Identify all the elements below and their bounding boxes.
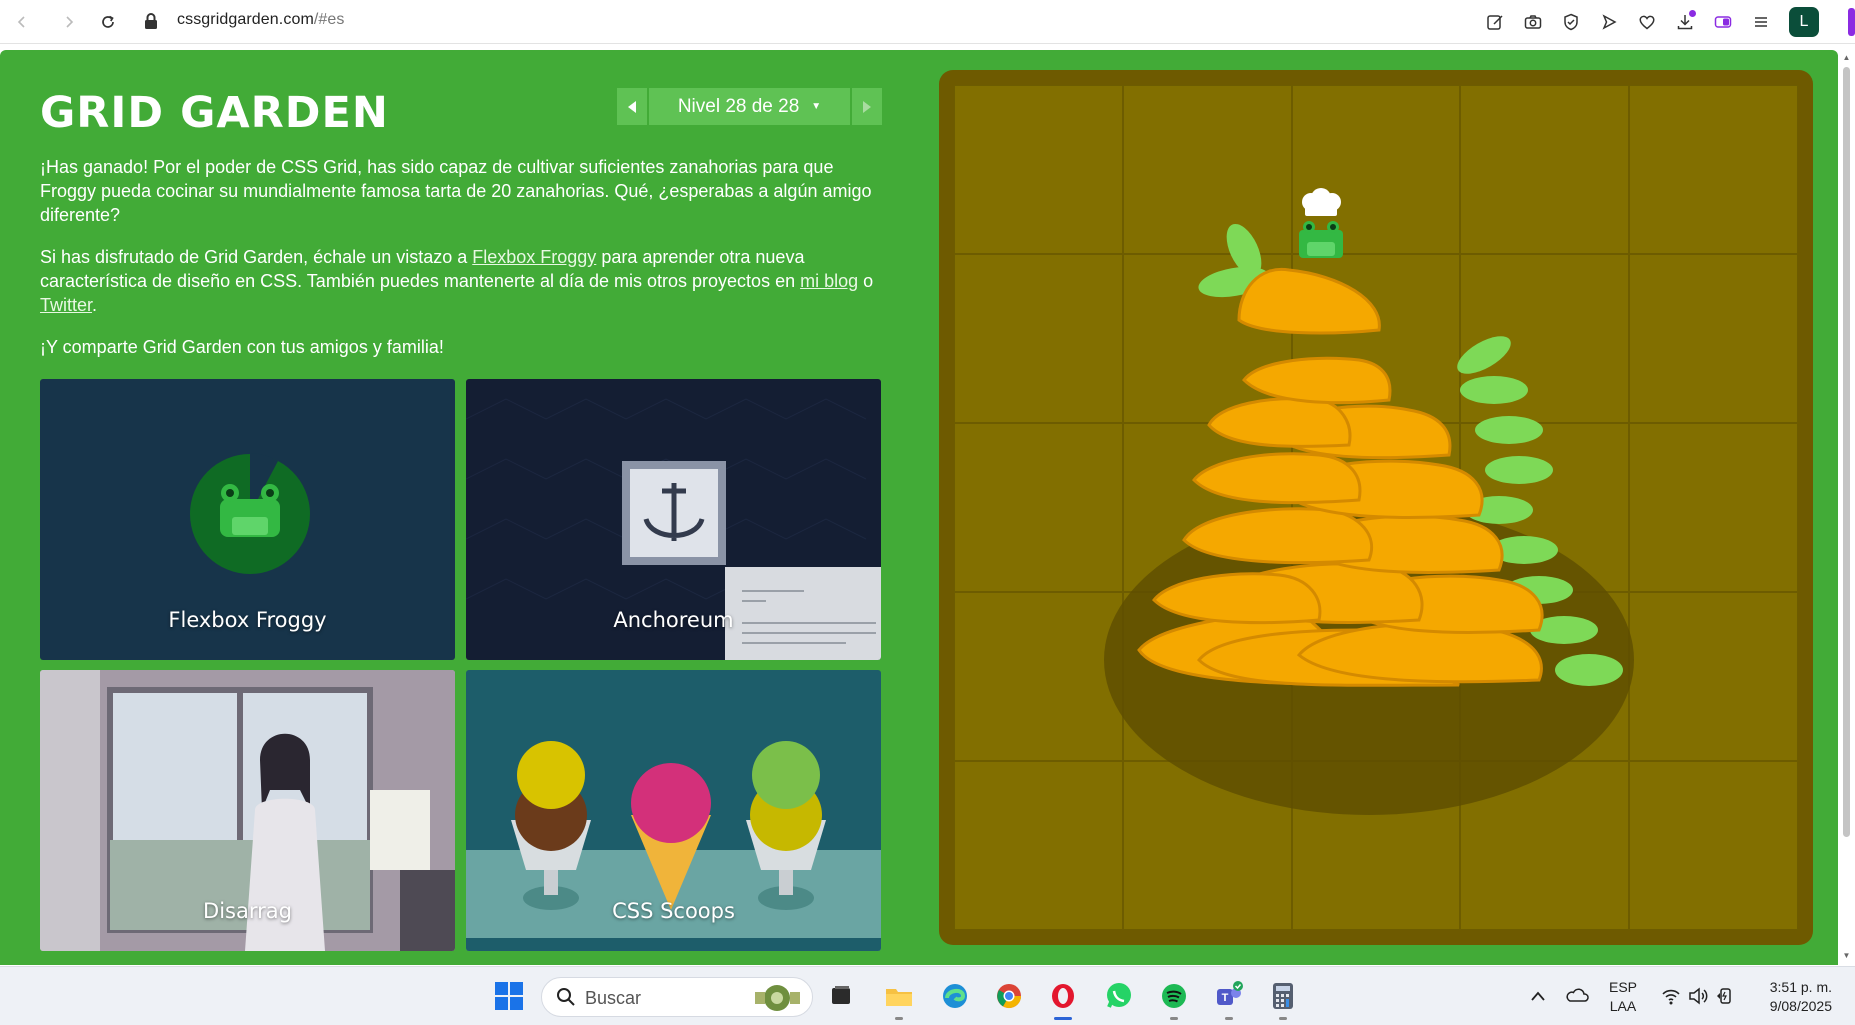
calculator-icon[interactable] (1266, 979, 1300, 1020)
search-icon (557, 988, 575, 1006)
toggle-icon[interactable] (1709, 8, 1737, 36)
blog-link[interactable]: mi blog (800, 271, 858, 291)
flexbox-froggy-card[interactable]: Flexbox Froggy (40, 379, 455, 660)
sidebar-toggle[interactable] (1848, 8, 1855, 36)
triangle-right-icon (863, 100, 871, 113)
teams-icon[interactable]: T (1212, 979, 1246, 1020)
previous-level-button[interactable] (617, 88, 647, 125)
garden-board (939, 70, 1813, 945)
whatsapp-icon[interactable] (1102, 979, 1136, 1013)
file-explorer-icon[interactable] (882, 979, 916, 1020)
share-message: ¡Y comparte Grid Garden con tus amigos y… (40, 337, 444, 357)
disarrag-card[interactable]: Disarrag (40, 670, 455, 951)
camera-icon[interactable] (1519, 8, 1547, 36)
scroll-up-icon[interactable]: ▲ (1841, 53, 1852, 64)
profile-avatar[interactable]: L (1789, 7, 1819, 37)
level-label: Nivel 28 de 28 (677, 95, 800, 117)
win-message: ¡Has ganado! Por el poder de CSS Grid, h… (40, 157, 872, 225)
page-scrollbar[interactable]: ▲ ▼ (1838, 50, 1855, 965)
active-indicator (1054, 1017, 1072, 1020)
lang-line1: ESP (1609, 979, 1638, 995)
forward-icon (66, 16, 74, 28)
chrome-icon[interactable] (992, 979, 1026, 1013)
running-indicator (1279, 1017, 1287, 1020)
heart-icon[interactable] (1633, 8, 1661, 36)
promo-message: Si has disfrutado de Grid Garden, échale… (40, 245, 880, 317)
opera-icon[interactable] (1046, 979, 1080, 1020)
windows-start-icon[interactable] (494, 981, 524, 1011)
toolbar-icons (1481, 8, 1775, 36)
svg-text:T: T (1222, 992, 1229, 1004)
search-highlight-icon (755, 985, 800, 1011)
caret-down-icon: ▼ (811, 101, 822, 112)
wifi-icon[interactable] (1661, 987, 1681, 1005)
play-icon[interactable] (1595, 8, 1623, 36)
card-label: CSS Scoops (612, 899, 735, 923)
url-hash: /#es (313, 11, 345, 28)
clock-date: 9/08/2025 (1769, 998, 1832, 1014)
spotify-icon[interactable] (1157, 979, 1191, 1020)
anchoreum-card[interactable]: Anchoreum (466, 379, 881, 660)
battery-icon[interactable] (1715, 987, 1735, 1005)
carrot-pile-image (1104, 188, 1634, 815)
forward-button[interactable] (55, 8, 83, 36)
card-label: Flexbox Froggy (168, 608, 327, 632)
promo-text-3: o (858, 271, 874, 291)
edit-icon[interactable] (1481, 8, 1509, 36)
card-label: Anchoreum (613, 608, 734, 632)
scroll-thumb[interactable] (1843, 67, 1850, 837)
reload-button[interactable] (94, 8, 122, 36)
level-navigator: Nivel 28 de 28 ▼ (617, 88, 882, 125)
lock-icon (145, 13, 157, 29)
windows-taskbar: Buscar T ESP LAA 3:51 p. m. 9/08/2025 (0, 966, 1855, 1025)
url-domain: cssgridgarden.com (177, 11, 314, 28)
shield-icon[interactable] (1557, 8, 1585, 36)
download-icon[interactable] (1671, 8, 1699, 36)
browser-toolbar: cssgridgarden.com/#es L (0, 0, 1855, 44)
promo-text-1: Si has disfrutado de Grid Garden, échale… (40, 247, 473, 267)
download-badge (1689, 10, 1696, 17)
running-indicator (1225, 1017, 1233, 1020)
language-indicator[interactable]: ESP LAA (1609, 978, 1637, 1016)
edge-icon[interactable] (938, 979, 972, 1013)
flexbox-froggy-link[interactable]: Flexbox Froggy (472, 247, 596, 267)
running-indicator (1170, 1017, 1178, 1020)
card-label: Disarrag (203, 899, 292, 923)
reload-icon (102, 15, 114, 28)
promo-text-4: . (92, 295, 98, 315)
chevron-up-icon[interactable] (1530, 989, 1546, 1003)
back-button[interactable] (8, 8, 36, 36)
menu-icon[interactable] (1747, 8, 1775, 36)
task-view-icon[interactable] (824, 979, 858, 1013)
css-scoops-card[interactable]: CSS Scoops (466, 670, 881, 951)
level-select[interactable]: Nivel 28 de 28 ▼ (649, 88, 850, 125)
taskbar-search[interactable]: Buscar (541, 977, 813, 1017)
clock-time: 3:51 p. m. (1769, 979, 1832, 995)
scroll-down-icon[interactable]: ▼ (1841, 951, 1852, 962)
page-viewport: GRID GARDEN Nivel 28 de 28 ▼ ¡Has ganado… (0, 50, 1838, 965)
twitter-link[interactable]: Twitter (40, 295, 92, 315)
froggy-chef (1299, 188, 1343, 258)
address-bar[interactable]: cssgridgarden.com/#es (177, 11, 345, 29)
next-level-button[interactable] (852, 88, 882, 125)
search-placeholder: Buscar (585, 988, 642, 1008)
volume-icon[interactable] (1688, 987, 1708, 1005)
back-icon (17, 16, 25, 28)
triangle-left-icon (628, 100, 636, 113)
running-indicator (895, 1017, 903, 1020)
system-clock[interactable]: 3:51 p. m. 9/08/2025 (1762, 978, 1832, 1016)
lang-line2: LAA (1609, 998, 1637, 1014)
onedrive-icon[interactable] (1565, 987, 1589, 1003)
page-title: GRID GARDEN (40, 88, 389, 138)
